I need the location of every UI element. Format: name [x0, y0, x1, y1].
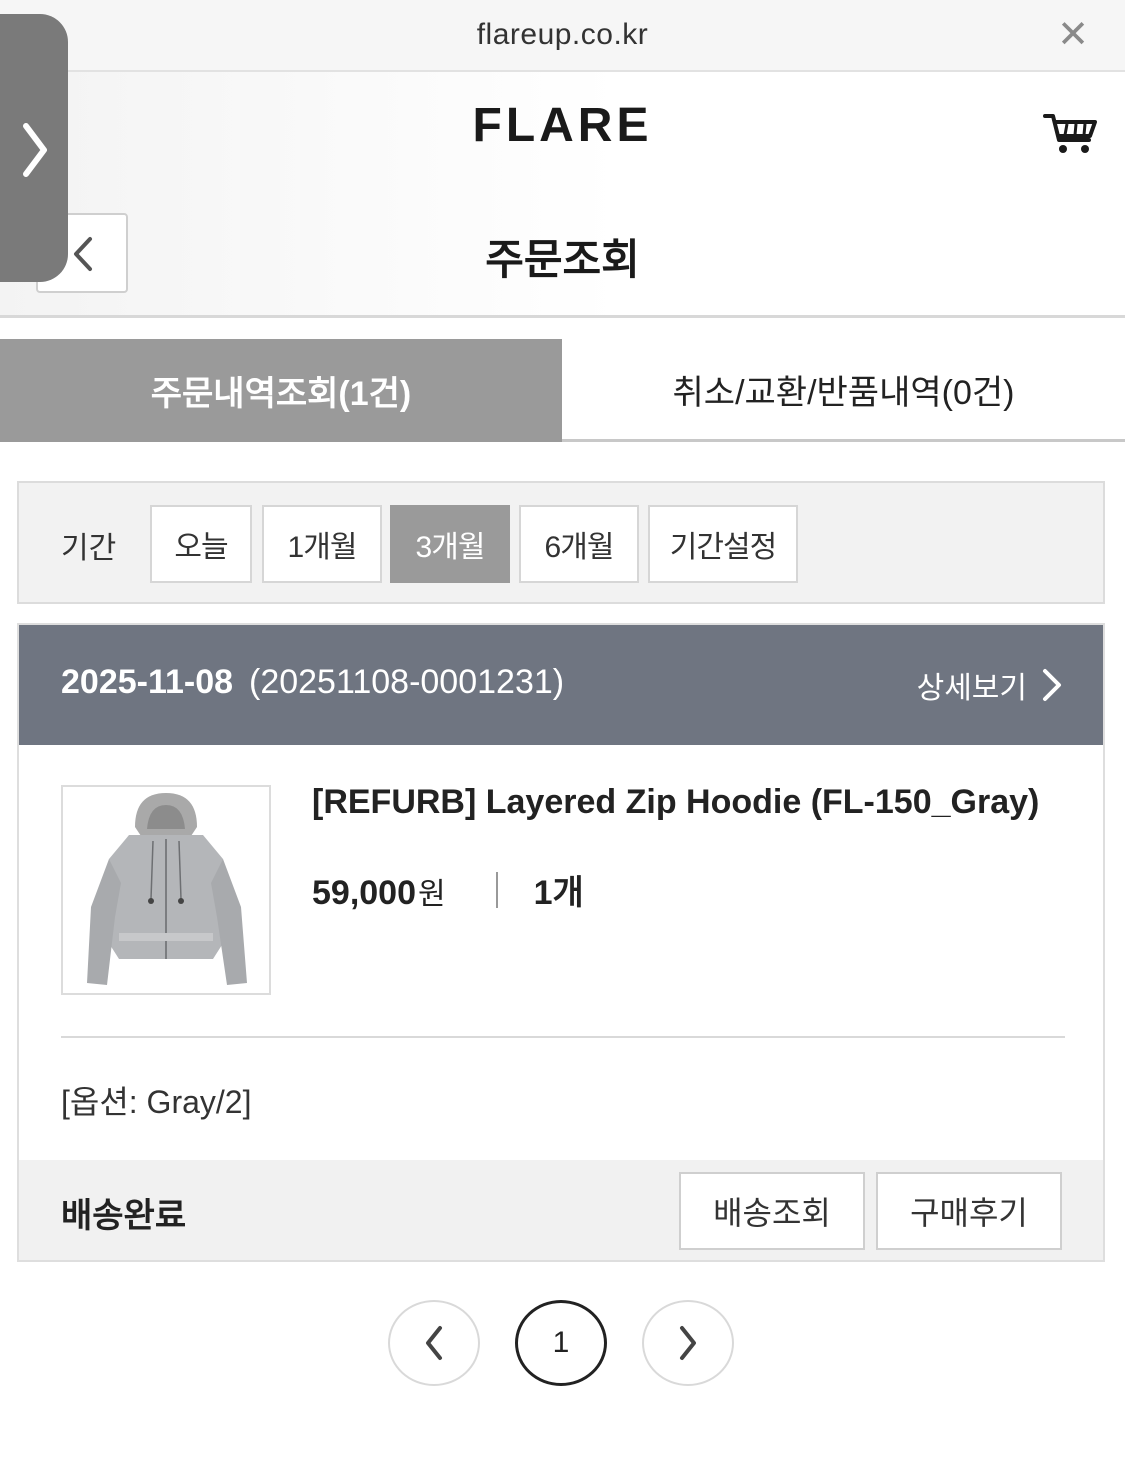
- site-header: FLARE 주문조회: [0, 72, 1125, 318]
- order-number: (20251108-0001231): [249, 663, 565, 701]
- side-panel-handle[interactable]: [0, 14, 68, 282]
- product-name[interactable]: [REFURB] Layered Zip Hoodie (FL-150_Gray…: [312, 783, 1039, 822]
- product-quantity: 1개: [533, 874, 584, 912]
- pagination: 1: [0, 1300, 1125, 1386]
- product-image[interactable]: [61, 785, 271, 995]
- order-header: 2025-11-08 (20251108-0001231) 상세보기: [19, 625, 1103, 745]
- period-3month-button[interactable]: 3개월: [390, 505, 510, 583]
- delivery-status: 배송완료: [61, 1197, 187, 1235]
- period-label: 기간: [61, 532, 117, 565]
- period-1month-button[interactable]: 1개월: [262, 505, 382, 583]
- period-6month-button[interactable]: 6개월: [519, 505, 639, 583]
- cart-icon[interactable]: [1043, 110, 1099, 156]
- tab-order-history[interactable]: 주문내역조회(1건): [0, 339, 562, 442]
- chevron-right-icon: [1043, 669, 1061, 701]
- url-text: flareup.co.kr: [476, 18, 649, 51]
- write-review-button[interactable]: 구매후기: [876, 1172, 1062, 1250]
- divider: [495, 871, 498, 908]
- order-footer: 배송완료 배송조회 구매후기: [19, 1160, 1103, 1260]
- chevron-left-icon: [426, 1326, 442, 1360]
- order-tabs: 주문내역조회(1건) 취소/교환/반품내역(0건): [0, 339, 1125, 442]
- currency-label: 원: [418, 878, 446, 911]
- close-icon[interactable]: ✕: [1057, 16, 1089, 54]
- chevron-right-icon: [23, 123, 47, 177]
- prev-page-button[interactable]: [388, 1300, 480, 1386]
- logo[interactable]: FLARE: [0, 98, 1125, 153]
- browser-bar: flareup.co.kr ✕: [0, 0, 1125, 72]
- next-page-button[interactable]: [642, 1300, 734, 1386]
- chevron-right-icon: [680, 1326, 696, 1360]
- period-filter: 기간 오늘 1개월 3개월 6개월 기간설정: [17, 481, 1105, 604]
- price-row: 59,000 원 1개: [312, 865, 584, 914]
- period-custom-button[interactable]: 기간설정: [648, 505, 798, 583]
- product-price: 59,000: [312, 874, 416, 912]
- order-date: 2025-11-08: [61, 663, 234, 701]
- detail-label: 상세보기: [916, 672, 1027, 705]
- order-detail-link[interactable]: 상세보기: [917, 663, 1063, 707]
- section-divider: [61, 1036, 1065, 1038]
- page-1-button[interactable]: 1: [515, 1300, 607, 1386]
- track-delivery-button[interactable]: 배송조회: [679, 1172, 865, 1250]
- order-card: 2025-11-08 (20251108-0001231) 상세보기 [REFU…: [17, 623, 1105, 1262]
- period-today-button[interactable]: 오늘: [150, 505, 252, 583]
- product-option: [옵션: Gray/2]: [61, 1084, 252, 1120]
- tab-cancel-exchange-return[interactable]: 취소/교환/반품내역(0건): [562, 339, 1125, 442]
- page-title: 주문조회: [485, 236, 640, 283]
